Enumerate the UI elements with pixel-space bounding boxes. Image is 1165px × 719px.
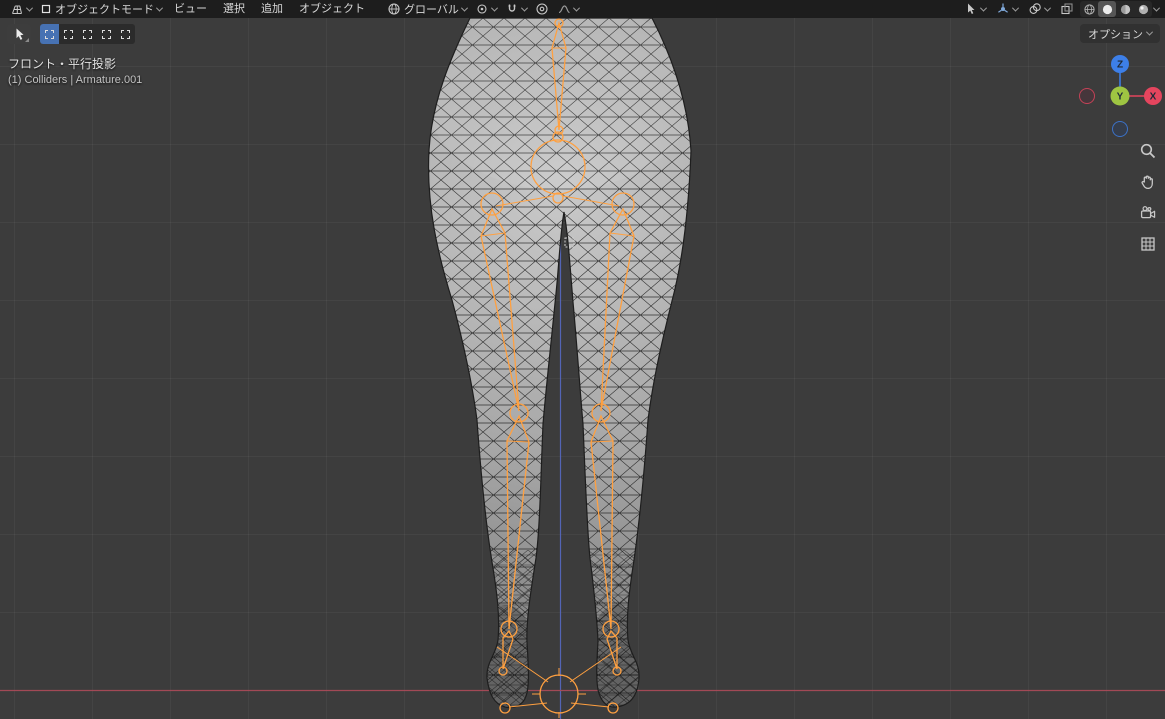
tool-header (7, 24, 135, 44)
menu-add[interactable]: 追加 (253, 0, 291, 18)
select-box-extend-button[interactable] (59, 24, 78, 44)
proportional-falloff-dropdown[interactable] (553, 0, 583, 18)
grid-icon (1139, 235, 1157, 253)
menu-view[interactable]: ビュー (166, 0, 215, 18)
gizmo-minus-z-ball[interactable] (1113, 122, 1128, 137)
gizmos-dropdown[interactable] (992, 0, 1022, 18)
body-mesh[interactable] (415, 0, 715, 719)
overlays-dropdown[interactable] (1024, 0, 1054, 18)
select-box-invert-button[interactable] (97, 24, 116, 44)
orientation-label: グローバル (404, 1, 459, 17)
shading-rendered-button[interactable] (1134, 1, 1152, 17)
falloff-curve-icon (557, 2, 571, 16)
transform-orientation-dropdown[interactable]: グローバル (383, 0, 471, 18)
cursor-select-icon (964, 2, 978, 16)
chevron-down-icon (491, 4, 498, 11)
chevron-down-icon (461, 4, 468, 11)
breadcrumb: (1) Colliders | Armature.001 (8, 74, 142, 86)
view-orientation-label: フロント・平行投影 (8, 55, 116, 72)
shading-wireframe-button[interactable] (1080, 1, 1098, 17)
viewport-canvas[interactable] (0, 0, 1165, 719)
pivot-point-dropdown[interactable] (471, 0, 501, 18)
select-box-subtract-button[interactable] (78, 24, 97, 44)
viewport-header: オブジェクトモード ビュー 選択 追加 オブジェクト グローバル (0, 0, 1165, 18)
select-box-new-button[interactable] (40, 24, 59, 44)
magnifier-icon (1139, 142, 1157, 160)
gizmo-icon (996, 2, 1010, 16)
chevron-down-icon (1012, 4, 1019, 11)
box-select-subtract-icon (83, 30, 92, 39)
camera-icon (1139, 204, 1157, 222)
gizmo-x-label: X (1150, 92, 1157, 103)
chevron-down-icon (1044, 4, 1051, 11)
orientation-globe-icon (387, 2, 401, 16)
proportional-editing-icon (535, 2, 549, 16)
hand-icon (1139, 173, 1157, 191)
chevron-down-icon (573, 4, 580, 11)
box-select-invert-icon (102, 30, 111, 39)
blender-window: フロント・平行投影 (1) Colliders | Armature.001 Z… (0, 0, 1165, 719)
select-box-intersect-button[interactable] (116, 24, 135, 44)
box-select-intersect-icon (121, 30, 130, 39)
menu-object[interactable]: オブジェクト (291, 0, 373, 18)
menu-select[interactable]: 選択 (215, 0, 253, 18)
gizmo-minus-x-ball[interactable] (1080, 89, 1095, 104)
xray-toggle[interactable] (1056, 0, 1078, 18)
pivot-point-icon (475, 2, 489, 16)
shading-solid-button[interactable] (1098, 1, 1116, 17)
snap-toggle-and-settings[interactable] (501, 0, 531, 18)
wireframe-sphere-icon (1083, 3, 1096, 16)
mode-dropdown[interactable]: オブジェクトモード (36, 0, 166, 18)
proportional-editing-toggle[interactable] (531, 0, 553, 18)
header-right-cluster (960, 0, 1159, 18)
toggle-ortho-button[interactable] (1138, 234, 1158, 254)
overlays-icon (1028, 2, 1042, 16)
navigation-gizmo[interactable]: Z X Y (1075, 51, 1165, 141)
zoom-button[interactable] (1138, 141, 1158, 161)
object-visibility-dropdown[interactable] (960, 0, 990, 18)
solid-sphere-icon (1101, 3, 1114, 16)
object-mode-icon (40, 3, 52, 15)
pan-button[interactable] (1138, 172, 1158, 192)
3d-viewport-editor-icon (10, 2, 24, 16)
rendered-sphere-icon (1137, 3, 1150, 16)
box-select-icon (45, 30, 54, 39)
mode-label: オブジェクトモード (55, 1, 154, 17)
select-mode-group (40, 24, 135, 44)
editor-type-button[interactable] (6, 0, 36, 18)
gizmo-y-label: Y (1117, 92, 1124, 103)
options-label: オプション (1088, 26, 1143, 42)
magnet-icon (505, 2, 519, 16)
chevron-down-icon (521, 4, 528, 11)
tweak-cursor-icon (12, 27, 26, 41)
chevron-down-icon (26, 4, 33, 11)
material-sphere-icon (1119, 3, 1132, 16)
options-button[interactable]: オプション (1080, 24, 1160, 43)
xray-icon (1060, 2, 1074, 16)
active-tool-button[interactable] (7, 24, 31, 44)
viewport-side-tools (1138, 141, 1158, 254)
shading-material-button[interactable] (1116, 1, 1134, 17)
chevron-down-icon (980, 4, 987, 11)
shading-mode-group (1080, 1, 1152, 17)
box-select-extend-icon (64, 30, 73, 39)
camera-view-button[interactable] (1138, 203, 1158, 223)
chevron-down-icon (156, 4, 163, 11)
chevron-down-icon (1153, 4, 1160, 11)
gizmo-z-label: Z (1117, 60, 1123, 71)
chevron-down-icon (1146, 29, 1153, 36)
